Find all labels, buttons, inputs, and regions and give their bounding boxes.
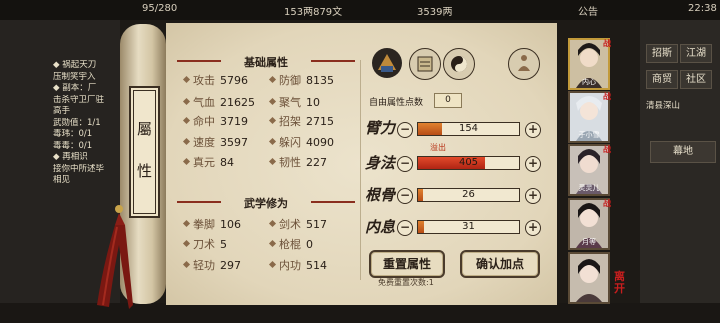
quest-line: 压制笑宇入: [53, 71, 96, 82]
fatigue-value: 95/280: [142, 3, 178, 14]
skill-inner: 内功 514: [268, 257, 327, 273]
alloc-label-strength: 臂力: [365, 119, 396, 137]
location-label: 清县深山: [646, 101, 681, 111]
yin-yang-icon[interactable]: [443, 48, 475, 80]
meditation-icon[interactable]: [508, 48, 540, 80]
increase-constitution-button[interactable]: +: [525, 188, 541, 204]
party-member-name: 内心: [582, 78, 596, 86]
increase-breath-button[interactable]: +: [525, 220, 541, 236]
reset-attributes-button[interactable]: 重置属性: [369, 250, 445, 278]
battle-badge: 战: [603, 39, 611, 48]
equipment-icon[interactable]: [372, 48, 402, 78]
quest-line: 毒玮：0/1: [53, 129, 93, 139]
increase-agility-button[interactable]: +: [525, 156, 541, 172]
stat-hp: 气血 21625: [182, 94, 255, 110]
tassel-icon: [97, 205, 133, 309]
overflow-label: 溢出: [430, 143, 446, 152]
decrease-agility-button[interactable]: −: [397, 156, 413, 172]
decrease-constitution-button[interactable]: −: [397, 188, 413, 204]
constitution-bar: 26: [417, 188, 520, 202]
stat-qi: 聚气 10: [268, 94, 320, 110]
side-button-0[interactable]: 招斯: [646, 44, 678, 63]
skill-fist: 拳脚 106: [182, 216, 241, 232]
top-status-bar: 95/280 153两879文 3539两 公告 22:38: [0, 0, 720, 20]
skill-spear: 枪棍 0: [268, 236, 313, 252]
side-menu: 招斯 江湖 商贸 社区 清县深山 幕地: [640, 20, 720, 310]
page-title-char: 性: [136, 162, 152, 180]
page-title-char: 屬: [136, 120, 152, 138]
stat-attack: 攻击 5796: [182, 72, 248, 88]
stat-accuracy: 命中 3719: [182, 113, 248, 129]
decrease-breath-button[interactable]: −: [397, 220, 413, 236]
party-member-portrait[interactable]: [568, 252, 610, 304]
page-title-plate: 屬 性: [129, 86, 160, 218]
party-member-name: 于小雪: [578, 131, 600, 139]
leave-button[interactable]: 离开: [614, 271, 628, 295]
quest-line: 毒毒：0/1: [53, 140, 93, 151]
free-points-label: 自由属性点数: [369, 98, 424, 108]
decrease-strength-button[interactable]: −: [397, 122, 413, 138]
party-member-name: 灵灵儿: [578, 184, 600, 192]
location-button[interactable]: 幕地: [650, 141, 716, 163]
battle-badge: 战: [603, 92, 611, 101]
quest-line: ◆ 副本：厂: [53, 83, 97, 93]
strength-bar: 154: [417, 122, 520, 136]
clock: 22:38: [688, 3, 717, 14]
battle-badge: 战: [603, 145, 611, 154]
stat-defense: 防御 8135: [268, 72, 334, 88]
battle-badge: 战: [603, 199, 611, 208]
quest-line: ◆ 祸起天刀: [53, 60, 97, 70]
quest-line: 相见: [53, 175, 71, 185]
quest-line: 武勋值：1/1: [53, 117, 101, 128]
agility-bar: 405: [417, 156, 520, 170]
stat-speed: 速度 3597: [182, 134, 248, 150]
alloc-label-constitution: 根骨: [365, 186, 396, 204]
quest-line: 接你中所述毕: [53, 163, 105, 174]
quest-line: ◆ 再相识: [53, 152, 88, 162]
breath-bar: 31: [417, 220, 520, 234]
attributes-tab-icon[interactable]: [409, 48, 441, 80]
free-points-value: 0: [434, 93, 462, 108]
confirm-points-button[interactable]: 确认加点: [460, 250, 540, 278]
location-button-label: 幕地: [673, 146, 693, 157]
alloc-label-breath: 内息: [365, 218, 396, 236]
panel-divider: [360, 60, 361, 280]
stat-toughness: 韧性 227: [268, 154, 327, 170]
martial-heading: 武学修为: [177, 195, 355, 211]
gold-value: 3539两: [417, 7, 453, 18]
notice-button[interactable]: 公告: [578, 3, 598, 18]
free-reset-count: 免费重置次数:1: [378, 278, 434, 287]
side-button-2[interactable]: 商贸: [646, 70, 678, 89]
side-button-3[interactable]: 社区: [680, 70, 712, 89]
quest-line: 击杀守卫厂驻: [53, 94, 105, 105]
money-value: 153两879文: [284, 7, 343, 18]
increase-strength-button[interactable]: +: [525, 122, 541, 138]
party-member-name: 月等: [582, 238, 596, 246]
quest-line: 高手: [53, 106, 71, 116]
stat-true-energy: 真元 84: [182, 154, 234, 170]
basic-attributes-heading: 基础属性: [177, 54, 355, 70]
skill-lightness: 轻功 297: [182, 257, 241, 273]
skill-sword: 剑术 517: [268, 216, 327, 232]
stat-parry: 招架 2715: [268, 113, 334, 129]
skill-blade: 刀术 5: [182, 236, 227, 252]
alloc-label-agility: 身法: [365, 154, 396, 172]
side-button-1[interactable]: 江湖: [680, 44, 712, 63]
stat-dodge: 躲闪 4090: [268, 134, 334, 150]
